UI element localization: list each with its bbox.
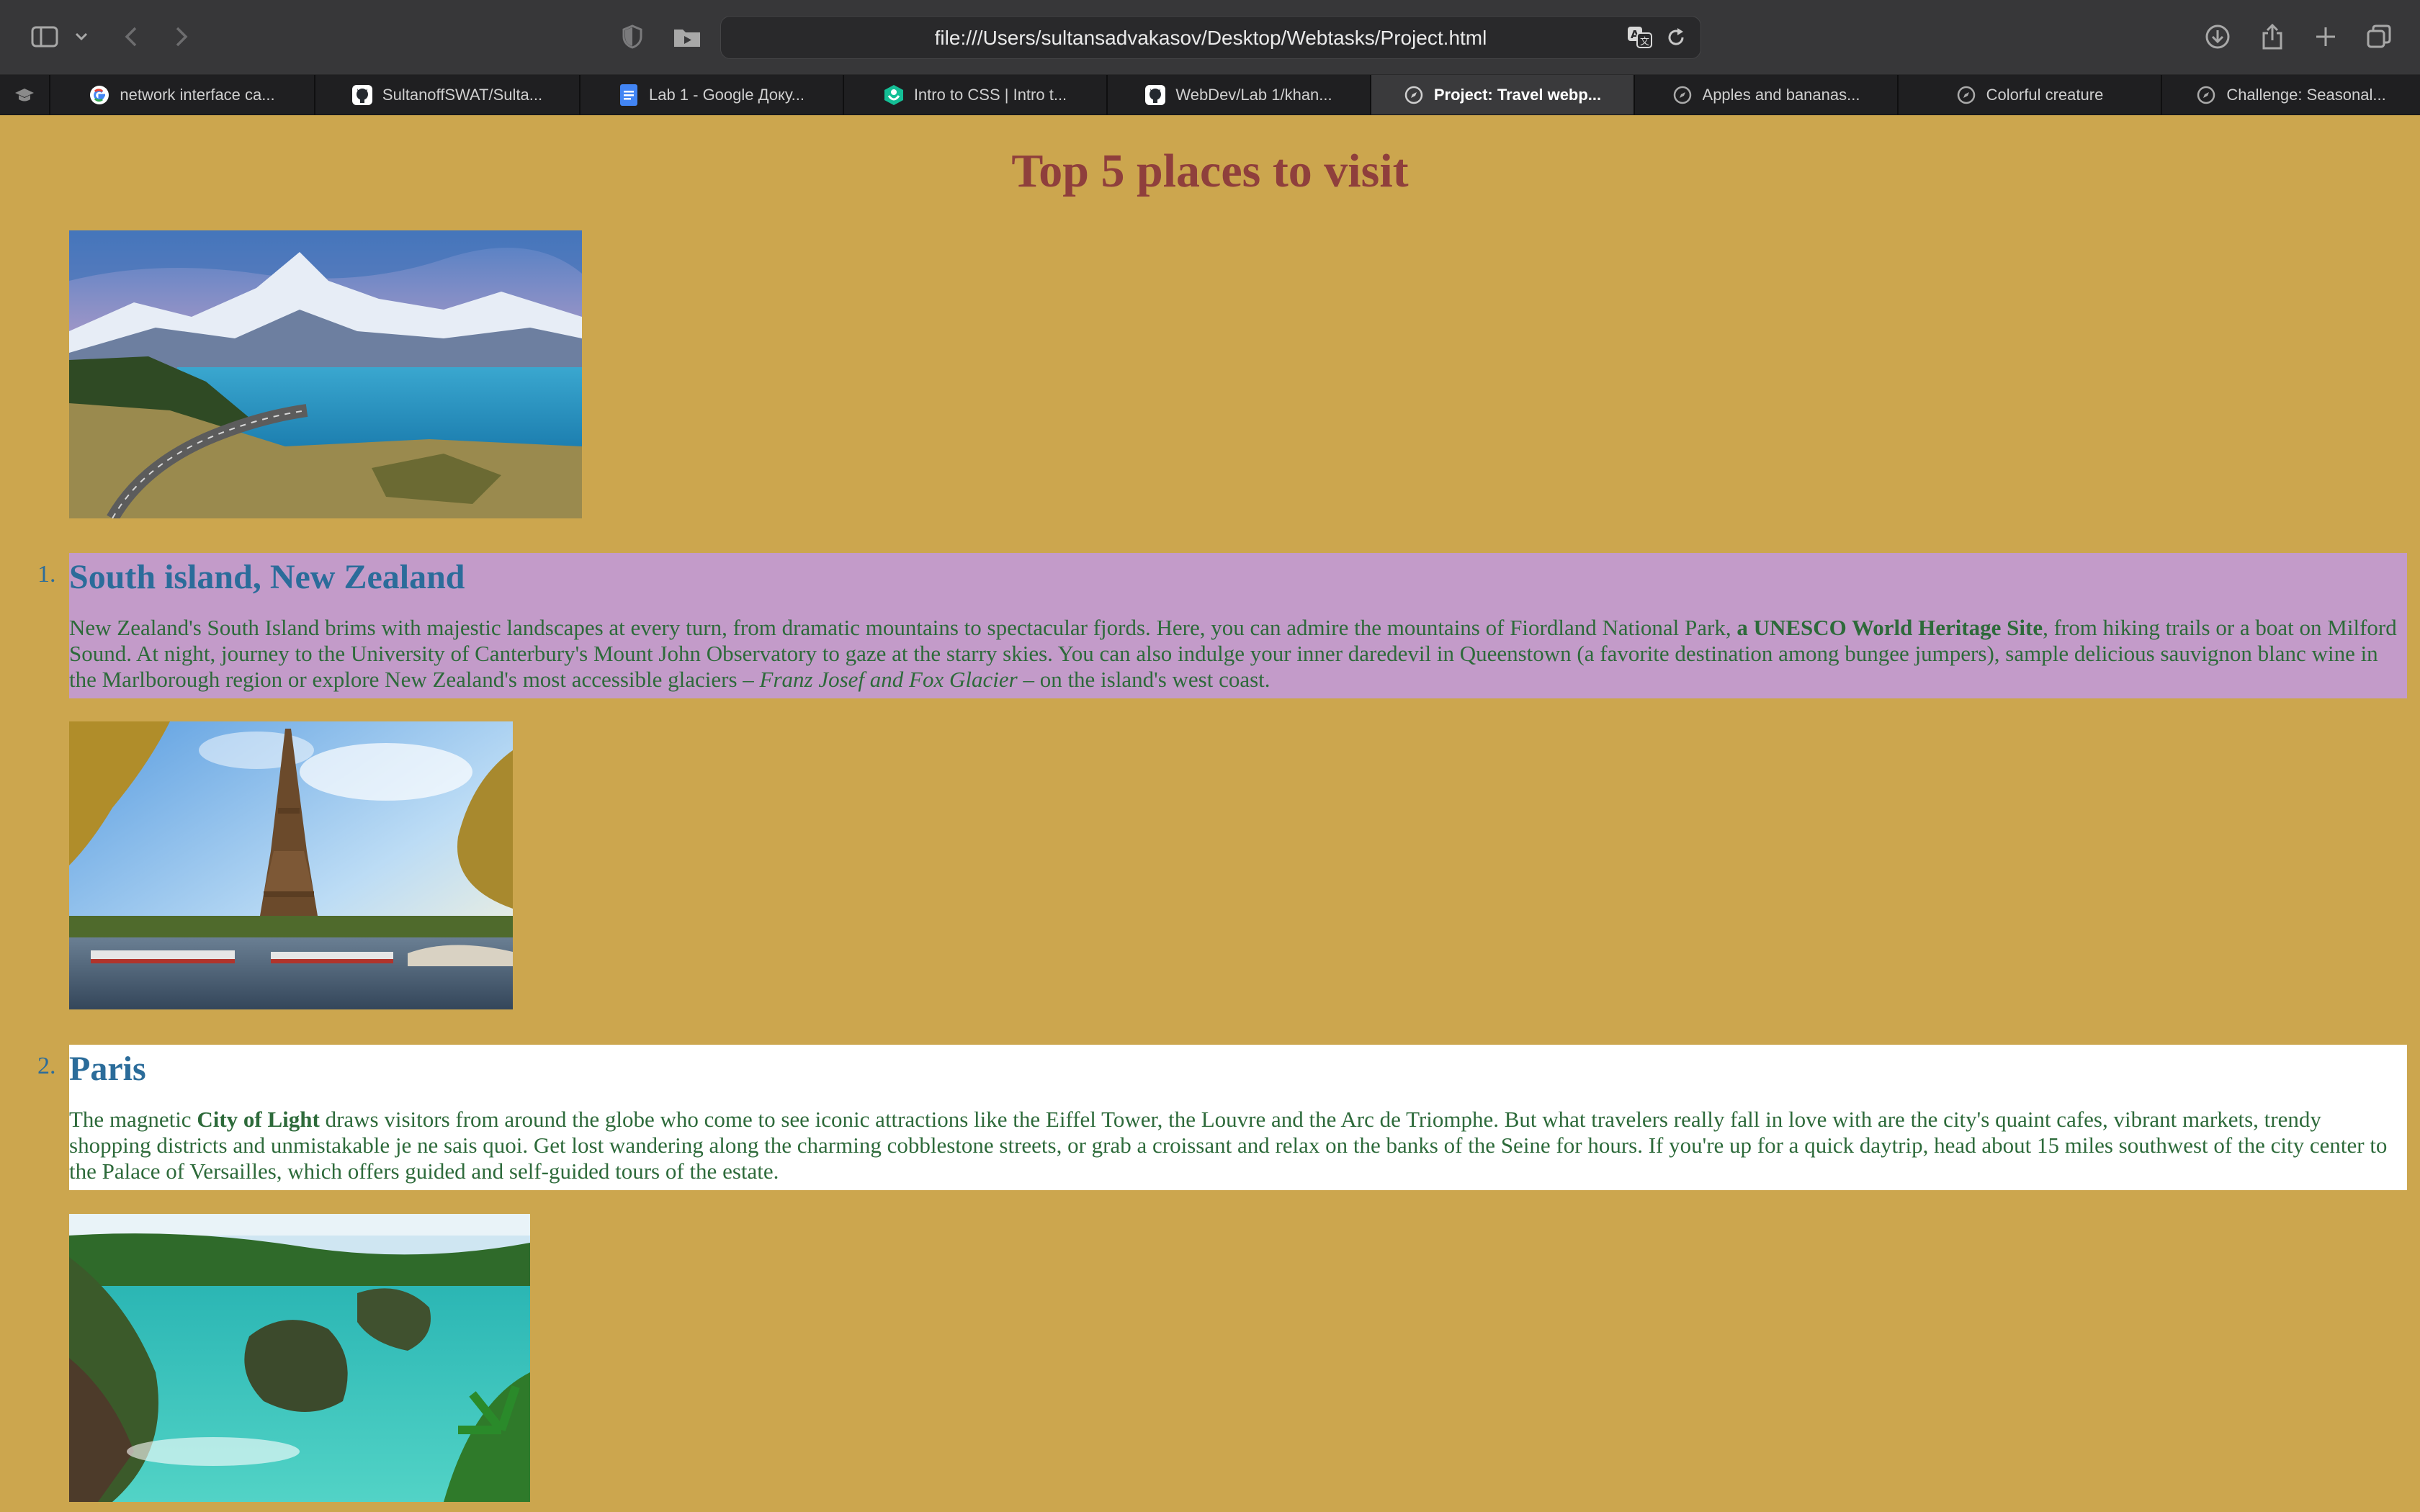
browser-toolbar: file:///Users/sultansadvakasov/Desktop/W… bbox=[0, 0, 2420, 75]
compass-icon bbox=[1956, 85, 1976, 105]
new-tab-icon[interactable] bbox=[2308, 19, 2344, 55]
compass-icon bbox=[2196, 85, 2216, 105]
privacy-shield-icon[interactable] bbox=[617, 19, 648, 55]
github-icon bbox=[351, 84, 372, 105]
reload-icon[interactable] bbox=[1666, 27, 1686, 51]
chevron-down-icon[interactable] bbox=[71, 19, 92, 55]
tropical-coast-photo bbox=[69, 1214, 530, 1502]
paris-eiffel-tower-photo bbox=[69, 721, 513, 1009]
tab-apples-bananas[interactable]: Apples and bananas... bbox=[1634, 75, 1897, 114]
tab-challenge-seasonal[interactable]: Challenge: Seasonal... bbox=[2161, 75, 2420, 114]
italic-highlight: Franz Josef and Fox Glacier bbox=[759, 667, 1018, 692]
sidebar-toggle-icon[interactable] bbox=[27, 19, 62, 55]
tab-webdev-lab1[interactable]: WebDev/Lab 1/khan... bbox=[1106, 75, 1370, 114]
google-icon bbox=[89, 85, 109, 105]
destination-heading: Paris bbox=[69, 1050, 146, 1088]
tab-project-travel[interactable]: Project: Travel webp... bbox=[1370, 75, 1634, 114]
compass-icon bbox=[1672, 85, 1693, 105]
new-zealand-photo bbox=[69, 230, 582, 518]
forward-arrow-icon[interactable] bbox=[167, 19, 196, 55]
page-title: Top 5 places to visit bbox=[1011, 145, 1409, 197]
tab-intro-to-css[interactable]: Intro to CSS | Intro t... bbox=[843, 75, 1106, 114]
compass-icon bbox=[1404, 85, 1424, 105]
github-icon bbox=[1145, 84, 1166, 105]
destination-block-paris: Paris The magnetic City of Light draws v… bbox=[69, 1045, 2407, 1190]
khan-academy-icon bbox=[884, 84, 904, 105]
back-arrow-icon[interactable] bbox=[117, 19, 145, 55]
destination-block-new-zealand: South island, New Zealand New Zealand's … bbox=[69, 553, 2407, 698]
tab-colorful-creature[interactable]: Colorful creature bbox=[1897, 75, 2161, 114]
destination-description: New Zealand's South Island brims with ma… bbox=[69, 615, 2397, 692]
bold-highlight: a UNESCO World Heritage Site bbox=[1736, 615, 2043, 640]
svg-text:文: 文 bbox=[1640, 37, 1649, 48]
share-icon[interactable] bbox=[2254, 19, 2290, 55]
bold-highlight: City of Light bbox=[197, 1107, 320, 1132]
tab-lab1-google-docs[interactable]: Lab 1 - Google Доку... bbox=[579, 75, 843, 114]
tab-network-interface[interactable]: network interface ca... bbox=[49, 75, 314, 114]
web-page: Top 5 places to visit 1. South island, N… bbox=[0, 115, 2420, 1512]
list-number: 1. bbox=[37, 561, 56, 588]
url-text[interactable]: file:///Users/sultansadvakasov/Desktop/W… bbox=[721, 27, 1700, 50]
destination-heading: South island, New Zealand bbox=[69, 558, 465, 596]
google-docs-icon bbox=[619, 84, 639, 106]
pinned-tab[interactable] bbox=[0, 75, 49, 114]
tab-bar: network interface ca... SultanoffSWAT/Su… bbox=[0, 75, 2420, 115]
tab-sultanoff-github[interactable]: SultanoffSWAT/Sulta... bbox=[314, 75, 579, 114]
address-bar[interactable]: file:///Users/sultansadvakasov/Desktop/W… bbox=[720, 16, 1701, 59]
destination-description: The magnetic City of Light draws visitor… bbox=[69, 1107, 2388, 1184]
graduation-cap-icon bbox=[14, 85, 35, 105]
downloads-icon[interactable] bbox=[2200, 19, 2236, 55]
media-folder-icon[interactable] bbox=[670, 19, 704, 55]
tab-overview-icon[interactable] bbox=[2361, 19, 2397, 55]
translate-icon[interactable]: A文 bbox=[1627, 26, 1653, 53]
list-number: 2. bbox=[37, 1053, 56, 1079]
